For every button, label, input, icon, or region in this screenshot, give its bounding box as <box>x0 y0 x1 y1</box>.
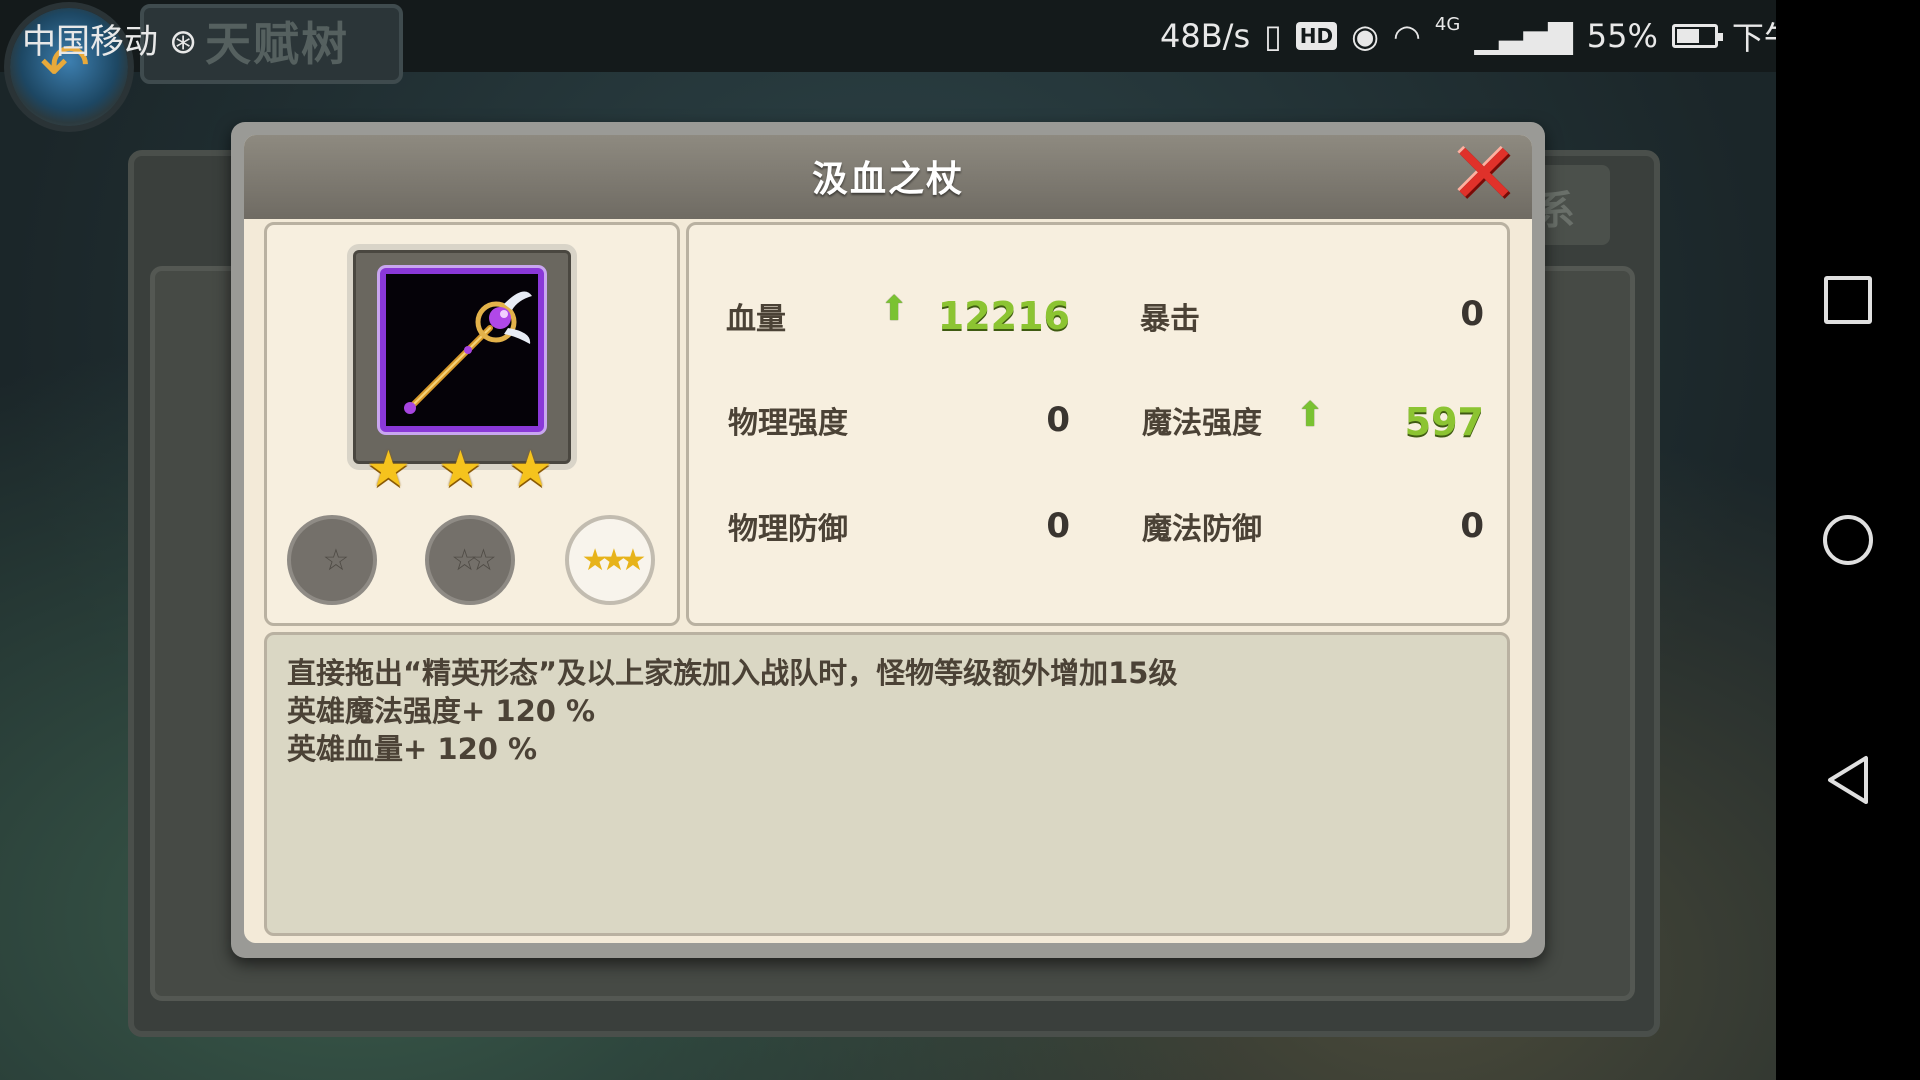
stat-label-hp: 血量 <box>726 302 786 337</box>
stat-value-crit: 0 <box>1460 294 1484 334</box>
wifi-icon: ◠ <box>1393 17 1421 55</box>
stat-label-magic-def: 魔法防御 <box>1142 512 1262 547</box>
star-icon: ★ <box>508 440 553 498</box>
star-filled-icon: ★★★ <box>581 542 647 578</box>
star-icon: ★ <box>366 440 411 498</box>
stat-label-phys-power: 物理强度 <box>728 406 848 441</box>
stat-value-magic-power: 597 <box>1404 400 1484 444</box>
nav-back-button[interactable] <box>1776 720 1920 840</box>
carrier-label: 中国移动 ⊛ <box>22 14 197 63</box>
battery-percent: 55% <box>1586 17 1658 55</box>
description-line: 英雄血量+ 120 % <box>287 732 538 766</box>
stat-value-magic-def: 0 <box>1460 506 1484 546</box>
stat-label-crit: 暴击 <box>1140 302 1200 337</box>
grade-3-star-button[interactable]: ★★★ <box>565 515 655 605</box>
star-icon: ★ <box>438 440 483 498</box>
staff-icon <box>404 291 532 414</box>
up-arrow-icon: ⬆ <box>1296 395 1325 435</box>
up-arrow-icon: ⬆ <box>880 289 909 329</box>
vibrate-icon: ▯ <box>1264 17 1282 55</box>
recent-apps-button[interactable] <box>1776 240 1920 360</box>
network-speed: 48B/s <box>1160 17 1251 55</box>
description-line: 英雄魔法强度+ 120 % <box>287 694 596 728</box>
stat-value-phys-power: 0 <box>1046 400 1070 440</box>
grade-2-star-button[interactable]: ☆☆ <box>425 515 515 605</box>
weibo-icon: ⊛ <box>168 22 198 62</box>
circle-icon <box>1823 515 1873 565</box>
dialog-title: 汲血之杖 <box>811 159 964 200</box>
square-icon <box>1824 276 1872 324</box>
close-x-icon: ✕ <box>1448 125 1520 223</box>
battery-icon <box>1671 24 1723 48</box>
triangle-back-icon <box>1828 756 1868 804</box>
star-outline-icon: ☆ <box>322 542 350 578</box>
stat-value-phys-def: 0 <box>1046 506 1070 546</box>
stat-label-phys-def: 物理防御 <box>728 512 848 547</box>
stat-value-hp: 12216 <box>937 294 1070 338</box>
screen-title: 天赋树 <box>205 17 349 71</box>
signal-icon: ▁▃▅▇ <box>1474 17 1573 55</box>
hd-icon: HD <box>1295 22 1338 50</box>
network-type: 4G <box>1434 14 1461 35</box>
status-icons: 48B/s ▯ HD ◉ ◠ 4G ▁▃▅▇ 55% 下午1:28 <box>1160 14 1868 58</box>
eye-icon: ◉ <box>1351 17 1379 55</box>
carrier-name: 中国移动 <box>22 22 158 62</box>
home-button[interactable] <box>1776 480 1920 600</box>
grade-1-star-button[interactable]: ☆ <box>287 515 377 605</box>
star-outline-icon: ☆☆ <box>451 542 497 578</box>
description-line: 直接拖出“精英形态”及以上家族加入战队时，怪物等级额外增加15级 <box>287 656 1178 690</box>
stat-label-magic-power: 魔法强度 <box>1142 406 1262 441</box>
navigation-bar <box>1776 0 1920 1080</box>
close-button[interactable]: ✕ <box>1448 132 1520 216</box>
